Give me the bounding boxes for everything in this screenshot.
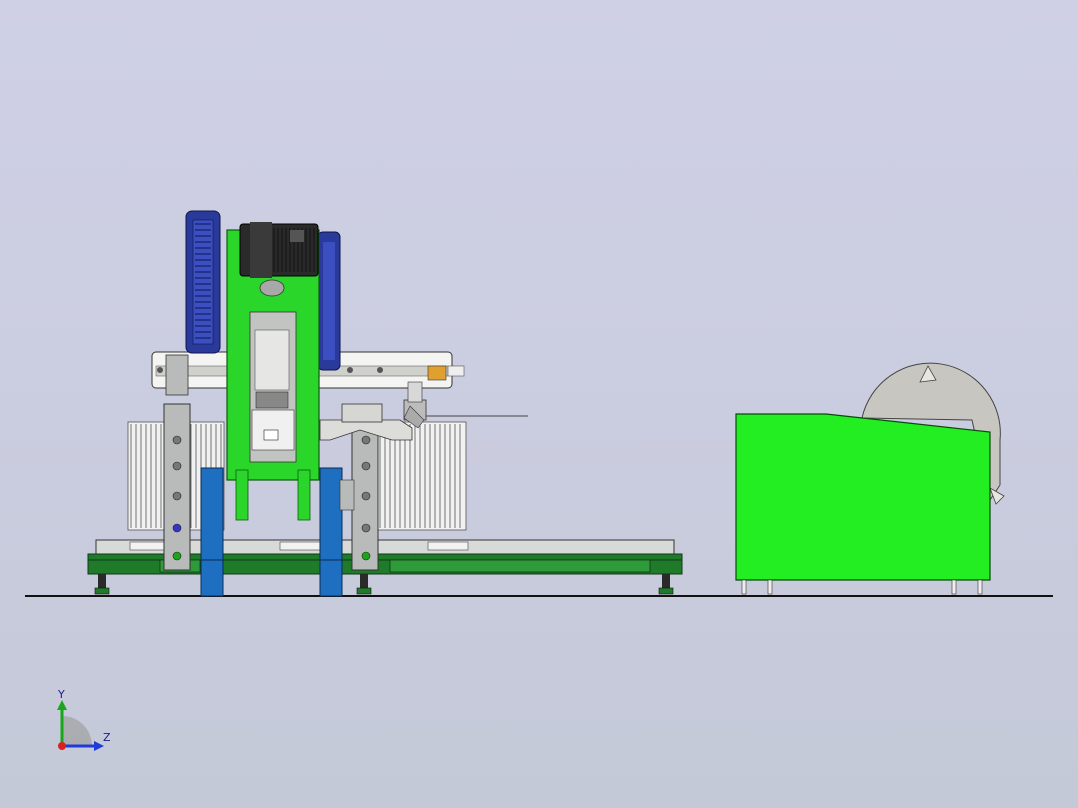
cad-viewport[interactable]: Y Z <box>0 0 1078 808</box>
press-machine[interactable] <box>87 210 683 597</box>
triad-y-label: Y <box>58 688 65 701</box>
bin-legs <box>741 579 983 595</box>
right-blue-post <box>319 467 343 597</box>
left-blue-post <box>200 467 224 597</box>
triad-z-label: Z <box>103 731 111 744</box>
axis-triad <box>57 700 104 751</box>
x-axis-origin <box>58 742 66 750</box>
model-scene[interactable] <box>0 0 1078 808</box>
bin-body <box>735 413 991 581</box>
left-flywheel <box>185 210 221 354</box>
right-flywheel <box>317 231 341 371</box>
scrap-bin[interactable] <box>735 362 1005 595</box>
left-upright <box>163 354 191 571</box>
drive-motor <box>239 222 319 278</box>
